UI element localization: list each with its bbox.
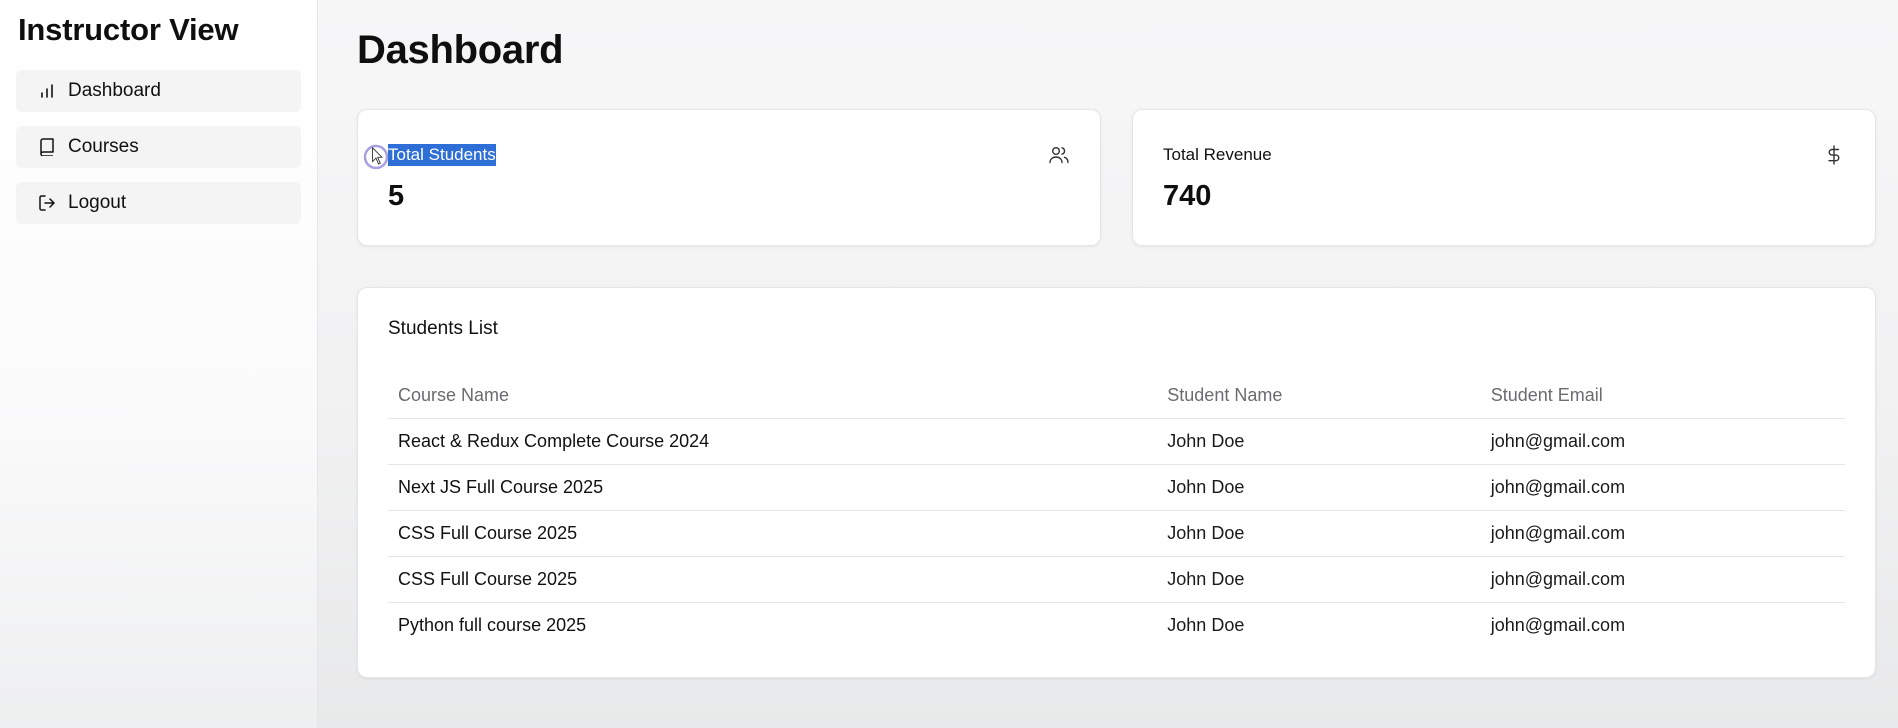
- book-icon: [38, 138, 56, 156]
- table-row[interactable]: CSS Full Course 2025 John Doe john@gmail…: [388, 510, 1845, 557]
- table-row[interactable]: Next JS Full Course 2025 John Doe john@g…: [388, 464, 1845, 511]
- main-content: Dashboard Total Students 5 Total Revenue…: [318, 0, 1898, 728]
- student-email-cell: john@gmail.com: [1480, 418, 1845, 465]
- bar-chart-icon: [38, 82, 56, 100]
- student-email-cell: john@gmail.com: [1490, 615, 1626, 635]
- table-row[interactable]: CSS Full Course 2025 John Doe john@gmail…: [388, 556, 1845, 603]
- students-table: Course Name Student Name Student Email R…: [388, 372, 1845, 648]
- course-name-cell: Python full course 2025: [398, 615, 587, 635]
- total-students-value: 5: [388, 180, 405, 212]
- sidebar-nav: Dashboard Courses Logout: [16, 70, 301, 224]
- student-name-cell: John Doe: [1167, 615, 1245, 635]
- total-students-card: Total Students 5: [357, 109, 1101, 246]
- sidebar-item-courses[interactable]: Courses: [16, 126, 301, 168]
- sidebar-item-dashboard[interactable]: Dashboard: [16, 70, 301, 112]
- sidebar-item-label: Logout: [68, 192, 127, 213]
- stat-cards: Total Students 5 Total Revenue 740: [357, 109, 1876, 246]
- sidebar-item-label: Courses: [68, 136, 139, 157]
- logout-icon: [38, 194, 56, 212]
- sidebar-item-logout[interactable]: Logout: [16, 182, 301, 224]
- column-header-student-email: Student Email: [1480, 372, 1845, 419]
- course-name-cell: Next JS Full Course 2025: [388, 464, 1158, 511]
- sidebar: Instructor View Dashboard Courses Logout: [0, 0, 318, 728]
- students-list-title: Students List: [388, 318, 498, 339]
- student-email-cell: john@gmail.com: [1480, 464, 1845, 511]
- student-name-cell: John Doe: [1157, 418, 1481, 465]
- app-root: Instructor View Dashboard Courses Logout…: [0, 0, 1898, 728]
- page-title: Dashboard: [357, 28, 564, 72]
- course-name-cell: CSS Full Course 2025: [388, 510, 1158, 557]
- course-name-cell: CSS Full Course 2025: [388, 556, 1158, 603]
- sidebar-item-label: Dashboard: [68, 80, 161, 101]
- course-name-cell: React & Redux Complete Course 2024: [388, 418, 1158, 465]
- total-revenue-label: Total Revenue: [1163, 145, 1272, 164]
- total-students-label: Total Students: [388, 144, 496, 166]
- student-name-cell: John Doe: [1157, 556, 1481, 603]
- students-list-card: Students List Course Name Student Name S…: [357, 287, 1876, 678]
- student-email-cell: john@gmail.com: [1480, 510, 1845, 557]
- column-header-course-name: Course Name: [388, 372, 1158, 419]
- sidebar-title: Instructor View: [18, 12, 239, 47]
- student-email-cell: john@gmail.com: [1480, 556, 1845, 603]
- dollar-icon: [1823, 144, 1845, 166]
- student-name-cell: John Doe: [1157, 464, 1481, 511]
- table-row[interactable]: React & Redux Complete Course 2024 John …: [388, 418, 1845, 465]
- total-revenue-value: 740: [1163, 180, 1212, 212]
- total-revenue-card: Total Revenue 740: [1132, 109, 1876, 246]
- users-icon: [1048, 144, 1070, 166]
- table-row[interactable]: Python full course 2025 John Doe john@gm…: [388, 603, 1845, 649]
- column-header-student-name: Student Name: [1157, 372, 1481, 419]
- student-name-cell: John Doe: [1157, 510, 1481, 557]
- table-header-row: Course Name Student Name Student Email: [388, 372, 1845, 419]
